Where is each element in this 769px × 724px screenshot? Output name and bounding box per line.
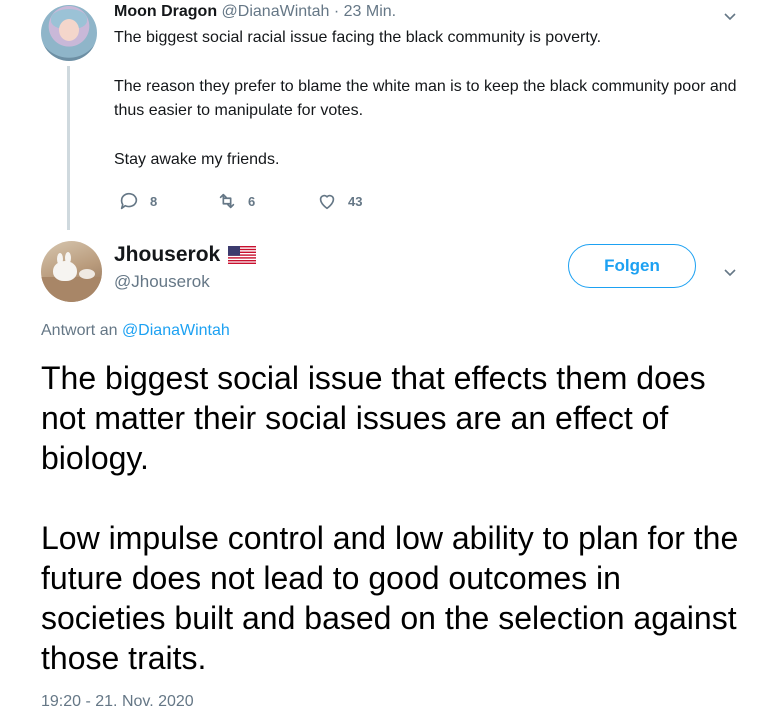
tweet-text: The biggest social racial issue facing t…	[114, 26, 744, 172]
retweet-count: 6	[248, 193, 256, 209]
tweet-time[interactable]: 23 Min.	[344, 3, 396, 20]
retweet-button[interactable]: 6	[216, 190, 255, 212]
chevron-down-icon[interactable]	[724, 8, 736, 26]
tweet-paragraph: Low impulse control and low ability to p…	[41, 520, 739, 676]
like-count: 43	[348, 193, 363, 209]
tweet-paragraph: The biggest social issue that effects th…	[41, 360, 706, 476]
tweet-timestamp[interactable]: 19:20 - 21. Nov. 2020	[41, 693, 194, 711]
reply-button[interactable]: 8	[118, 190, 157, 212]
user-handle[interactable]: @Jhouserok	[114, 272, 210, 292]
reply-count: 8	[150, 193, 158, 209]
tweet-text: The biggest social issue that effects th…	[41, 358, 751, 678]
like-button[interactable]: 43	[316, 190, 362, 212]
reply-context: Antwort an @DianaWintah	[41, 322, 230, 340]
follow-button[interactable]: Folgen	[568, 244, 696, 288]
reply-handle-link[interactable]: @DianaWintah	[122, 322, 230, 339]
separator: ·	[333, 3, 340, 20]
avatar[interactable]	[41, 241, 102, 302]
chevron-down-icon[interactable]	[724, 264, 736, 282]
tweet-paragraph: The biggest social racial issue facing t…	[114, 29, 602, 46]
retweet-icon	[219, 193, 235, 209]
display-name[interactable]: Jhouserok	[114, 242, 220, 268]
heart-icon	[319, 194, 335, 210]
tweet-header: Moon Dragon @DianaWintah · 23 Min.	[114, 2, 396, 22]
user-handle[interactable]: @DianaWintah	[222, 3, 330, 20]
tweet-paragraph: Stay awake my friends.	[114, 151, 280, 168]
tweet-paragraph: The reason they prefer to blame the whit…	[114, 78, 737, 119]
reply-prefix: Antwort an	[41, 322, 118, 339]
reply-icon	[120, 192, 138, 210]
author-name: Jhouserok	[114, 242, 257, 268]
us-flag-icon	[228, 246, 257, 264]
display-name[interactable]: Moon Dragon	[114, 3, 217, 20]
thread-line	[67, 66, 70, 230]
avatar[interactable]	[41, 5, 97, 61]
